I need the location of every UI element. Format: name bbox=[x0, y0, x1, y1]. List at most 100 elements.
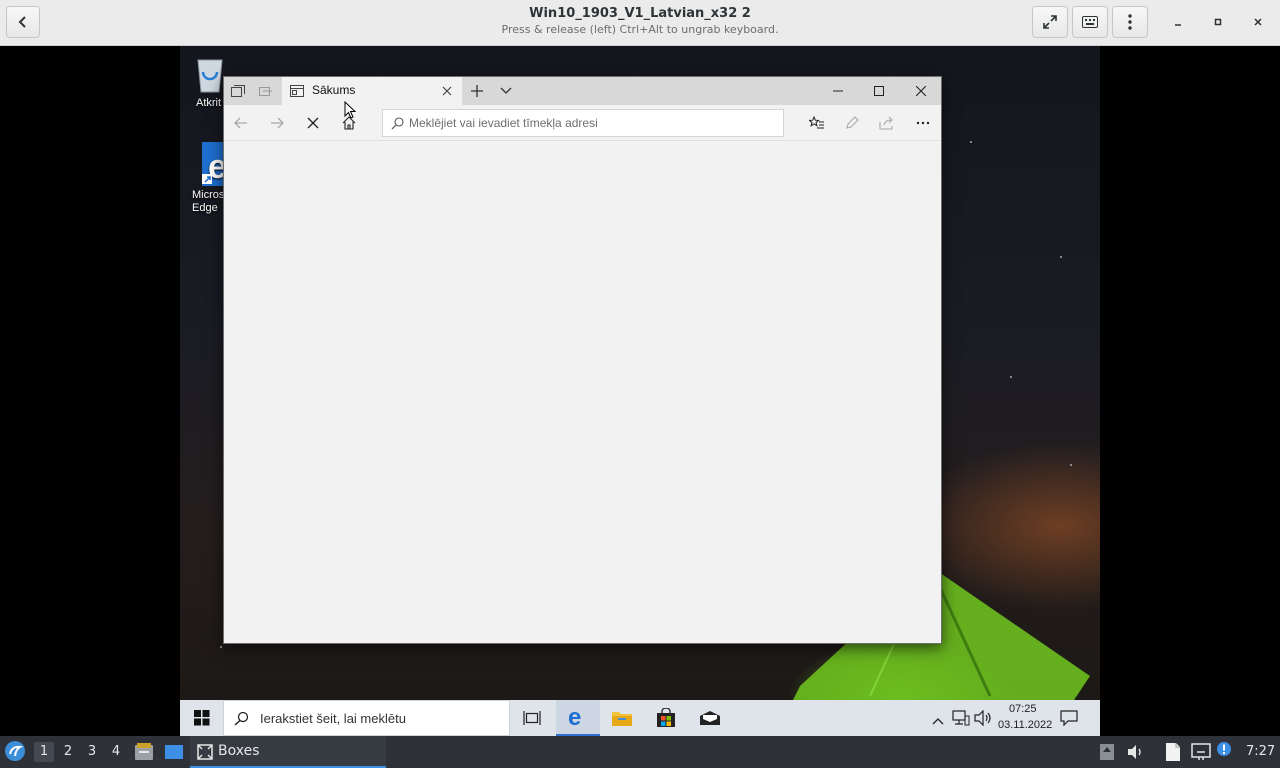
maximize-button[interactable] bbox=[1208, 12, 1228, 32]
tabs-aside-icon bbox=[231, 85, 245, 97]
minimize-icon bbox=[833, 90, 843, 92]
keyboard-button[interactable] bbox=[1072, 6, 1108, 38]
tabs-aside-button[interactable] bbox=[226, 81, 250, 101]
favorites-button[interactable] bbox=[806, 113, 828, 133]
taskbar-item-boxes[interactable]: Boxes bbox=[190, 736, 386, 768]
store-button[interactable] bbox=[644, 700, 688, 736]
new-tab-button[interactable] bbox=[465, 81, 489, 101]
notes-button[interactable] bbox=[841, 113, 863, 133]
close-icon bbox=[1254, 18, 1262, 26]
close-button[interactable] bbox=[1248, 12, 1268, 32]
edge-window: Sākums bbox=[223, 76, 942, 644]
distro-logo-icon bbox=[5, 741, 25, 761]
mail-button[interactable] bbox=[688, 700, 732, 736]
notification-icon[interactable] bbox=[1216, 741, 1232, 763]
tab-sakums[interactable]: Sākums bbox=[282, 77, 462, 105]
boxes-header-bar: Win10_1903_V1_Latvian_x32 2 Press & rele… bbox=[0, 0, 1280, 46]
task-view-icon bbox=[523, 711, 541, 725]
network-icon[interactable] bbox=[1191, 743, 1211, 765]
edge-minimize-button[interactable] bbox=[826, 81, 850, 101]
fullscreen-icon bbox=[1043, 15, 1057, 29]
star bbox=[1010, 376, 1012, 378]
set-aside-icon bbox=[259, 87, 272, 96]
forward-arrow-icon bbox=[271, 117, 284, 129]
panel-clock[interactable]: 7:27 bbox=[1246, 744, 1275, 759]
more-icon bbox=[916, 121, 930, 125]
taskbar-item-label: Boxes bbox=[218, 743, 260, 759]
boxes-icon bbox=[197, 744, 213, 760]
share-button[interactable] bbox=[876, 113, 898, 133]
start-button[interactable] bbox=[180, 700, 224, 736]
menu-icon bbox=[1128, 14, 1132, 30]
maximize-icon bbox=[1214, 18, 1222, 26]
mouse-cursor-icon bbox=[344, 101, 356, 119]
close-icon bbox=[916, 86, 926, 96]
edge-toolbar bbox=[224, 105, 941, 141]
app-menu-button[interactable] bbox=[4, 740, 28, 764]
workspace-3[interactable]: 3 bbox=[82, 742, 102, 762]
tab-close-icon[interactable] bbox=[442, 86, 452, 96]
taskbar-time[interactable]: 07:25 bbox=[1009, 703, 1037, 715]
edge-maximize-button[interactable] bbox=[867, 81, 891, 101]
stop-icon bbox=[307, 117, 319, 129]
task-view-button[interactable] bbox=[510, 700, 554, 736]
page-icon bbox=[290, 85, 304, 97]
svg-text:e: e bbox=[568, 706, 581, 728]
star bbox=[1060, 256, 1062, 258]
page-content[interactable] bbox=[224, 142, 941, 643]
menu-button[interactable] bbox=[1112, 6, 1148, 38]
folder-icon bbox=[612, 712, 632, 726]
edge-close-button[interactable] bbox=[909, 81, 933, 101]
updates-icon[interactable] bbox=[1099, 743, 1115, 765]
tab-preview-button[interactable] bbox=[494, 81, 518, 101]
desktop-launcher[interactable] bbox=[164, 742, 184, 766]
volume-icon[interactable] bbox=[1127, 744, 1145, 764]
stop-button[interactable] bbox=[302, 113, 324, 133]
taskbar-date[interactable]: 03.11.2022 bbox=[998, 719, 1052, 731]
windows-logo-icon bbox=[194, 710, 210, 726]
taskbar-search-box[interactable]: Ierakstiet šeit, lai meklētu bbox=[223, 700, 510, 736]
network-icon[interactable] bbox=[952, 710, 970, 730]
favorites-icon bbox=[809, 116, 824, 129]
search-icon bbox=[391, 117, 404, 130]
address-input[interactable] bbox=[409, 114, 779, 132]
pen-icon bbox=[846, 116, 859, 129]
set-aside-tabs-button[interactable] bbox=[254, 81, 278, 101]
files-launcher[interactable] bbox=[134, 742, 154, 766]
taskbar-search-placeholder: Ierakstiet šeit, lai meklētu bbox=[260, 711, 406, 726]
tab-title: Sākums bbox=[312, 83, 356, 97]
plus-icon bbox=[471, 85, 483, 97]
vm-display[interactable]: Atkrit e Micros Edge Sākums Meklējiet va… bbox=[180, 46, 1100, 736]
back-arrow-icon bbox=[234, 117, 247, 129]
address-bar[interactable] bbox=[382, 109, 784, 137]
forward-button[interactable] bbox=[266, 113, 288, 133]
share-icon bbox=[879, 116, 893, 130]
windows-taskbar: Ierakstiet šeit, lai meklētu e 07:25 03.… bbox=[180, 700, 1100, 736]
store-icon bbox=[657, 708, 675, 727]
minimize-icon bbox=[1175, 24, 1181, 26]
chevron-down-icon bbox=[500, 87, 512, 94]
more-button[interactable] bbox=[912, 113, 934, 133]
edge-tab-bar: Sākums bbox=[224, 77, 941, 105]
workspace-4[interactable]: 4 bbox=[106, 742, 126, 762]
fullscreen-button[interactable] bbox=[1032, 6, 1068, 38]
show-desktop-icon bbox=[165, 745, 183, 759]
star bbox=[970, 141, 972, 143]
action-center-icon bbox=[1060, 710, 1078, 727]
host-panel: 1 2 3 4 Boxes 7:27 bbox=[0, 736, 1280, 768]
workspace-1[interactable]: 1 bbox=[34, 742, 54, 762]
tray-chevron-icon[interactable] bbox=[932, 711, 944, 730]
file-manager-icon bbox=[135, 743, 153, 760]
clipboard-icon[interactable] bbox=[1163, 742, 1183, 766]
file-explorer-button[interactable] bbox=[600, 700, 644, 736]
back-button[interactable] bbox=[230, 113, 252, 133]
taskbar-edge-button[interactable]: e bbox=[556, 700, 600, 736]
star bbox=[220, 646, 222, 648]
workspace-2[interactable]: 2 bbox=[58, 742, 78, 762]
search-icon bbox=[234, 711, 249, 726]
minimize-button[interactable] bbox=[1168, 12, 1188, 32]
volume-icon[interactable] bbox=[974, 709, 992, 730]
keyboard-icon bbox=[1082, 16, 1098, 28]
star bbox=[1070, 464, 1072, 466]
action-center-button[interactable] bbox=[1060, 710, 1078, 730]
